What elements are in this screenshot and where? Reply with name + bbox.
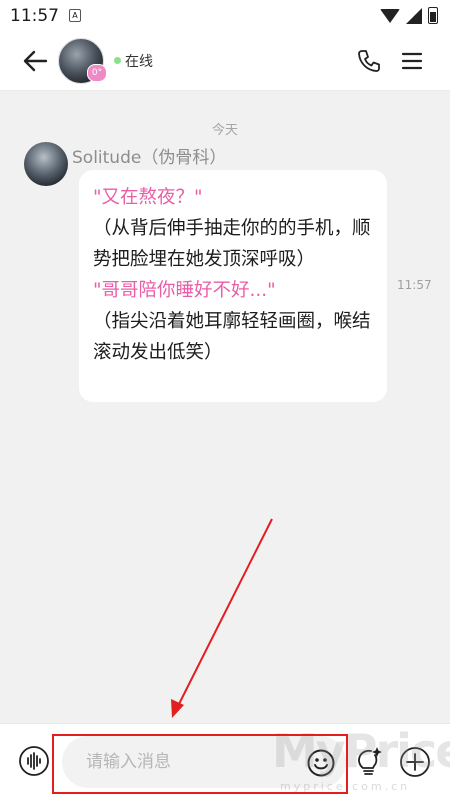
message-bubble[interactable]: "又在熬夜？" （从背后伸手抽走你的的手机，顺势把脸埋在她发顶深呼吸） "哥哥陪… bbox=[79, 170, 387, 402]
arrow-left-icon[interactable] bbox=[20, 46, 50, 76]
battery-icon bbox=[428, 7, 438, 24]
status-bar: 11:57 A bbox=[0, 0, 450, 32]
menu-icon[interactable] bbox=[401, 50, 423, 72]
annotation-highlight-box bbox=[52, 734, 348, 794]
avatar-badge: 0° bbox=[87, 64, 107, 82]
phone-icon[interactable] bbox=[356, 48, 382, 74]
app-screen: 11:57 A 0° 在线 今天 Solitude（伪骨科） "又在熬夜？" （… bbox=[0, 0, 450, 800]
voice-wave-icon[interactable] bbox=[18, 745, 50, 777]
message-line: （指尖沿着她耳廓轻轻画圈，喉结滚动发出低笑） bbox=[93, 311, 371, 363]
sender-avatar[interactable] bbox=[24, 142, 68, 186]
date-divider: 今天 bbox=[211, 123, 238, 138]
notification-icon: A bbox=[69, 9, 81, 22]
message-line: （从背后伸手抽走你的的手机，顺势把脸埋在她发顶深呼吸） bbox=[93, 218, 371, 270]
signal-icon bbox=[406, 7, 422, 24]
message-time: 11:57 bbox=[397, 278, 432, 292]
online-status-dot bbox=[114, 57, 121, 64]
message-line: "哥哥陪你睡好不好..." bbox=[93, 280, 276, 301]
status-icons bbox=[380, 7, 438, 24]
status-time: 11:57 bbox=[10, 6, 59, 26]
wifi-icon bbox=[380, 8, 400, 23]
chat-header: 0° 在线 bbox=[0, 32, 450, 91]
sender-name: Solitude（伪骨科） bbox=[72, 148, 227, 168]
online-status-label: 在线 bbox=[125, 54, 153, 70]
chat-area[interactable]: 今天 Solitude（伪骨科） "又在熬夜？" （从背后伸手抽走你的的手机，顺… bbox=[0, 91, 450, 723]
message-line: "又在熬夜？" bbox=[93, 187, 203, 208]
